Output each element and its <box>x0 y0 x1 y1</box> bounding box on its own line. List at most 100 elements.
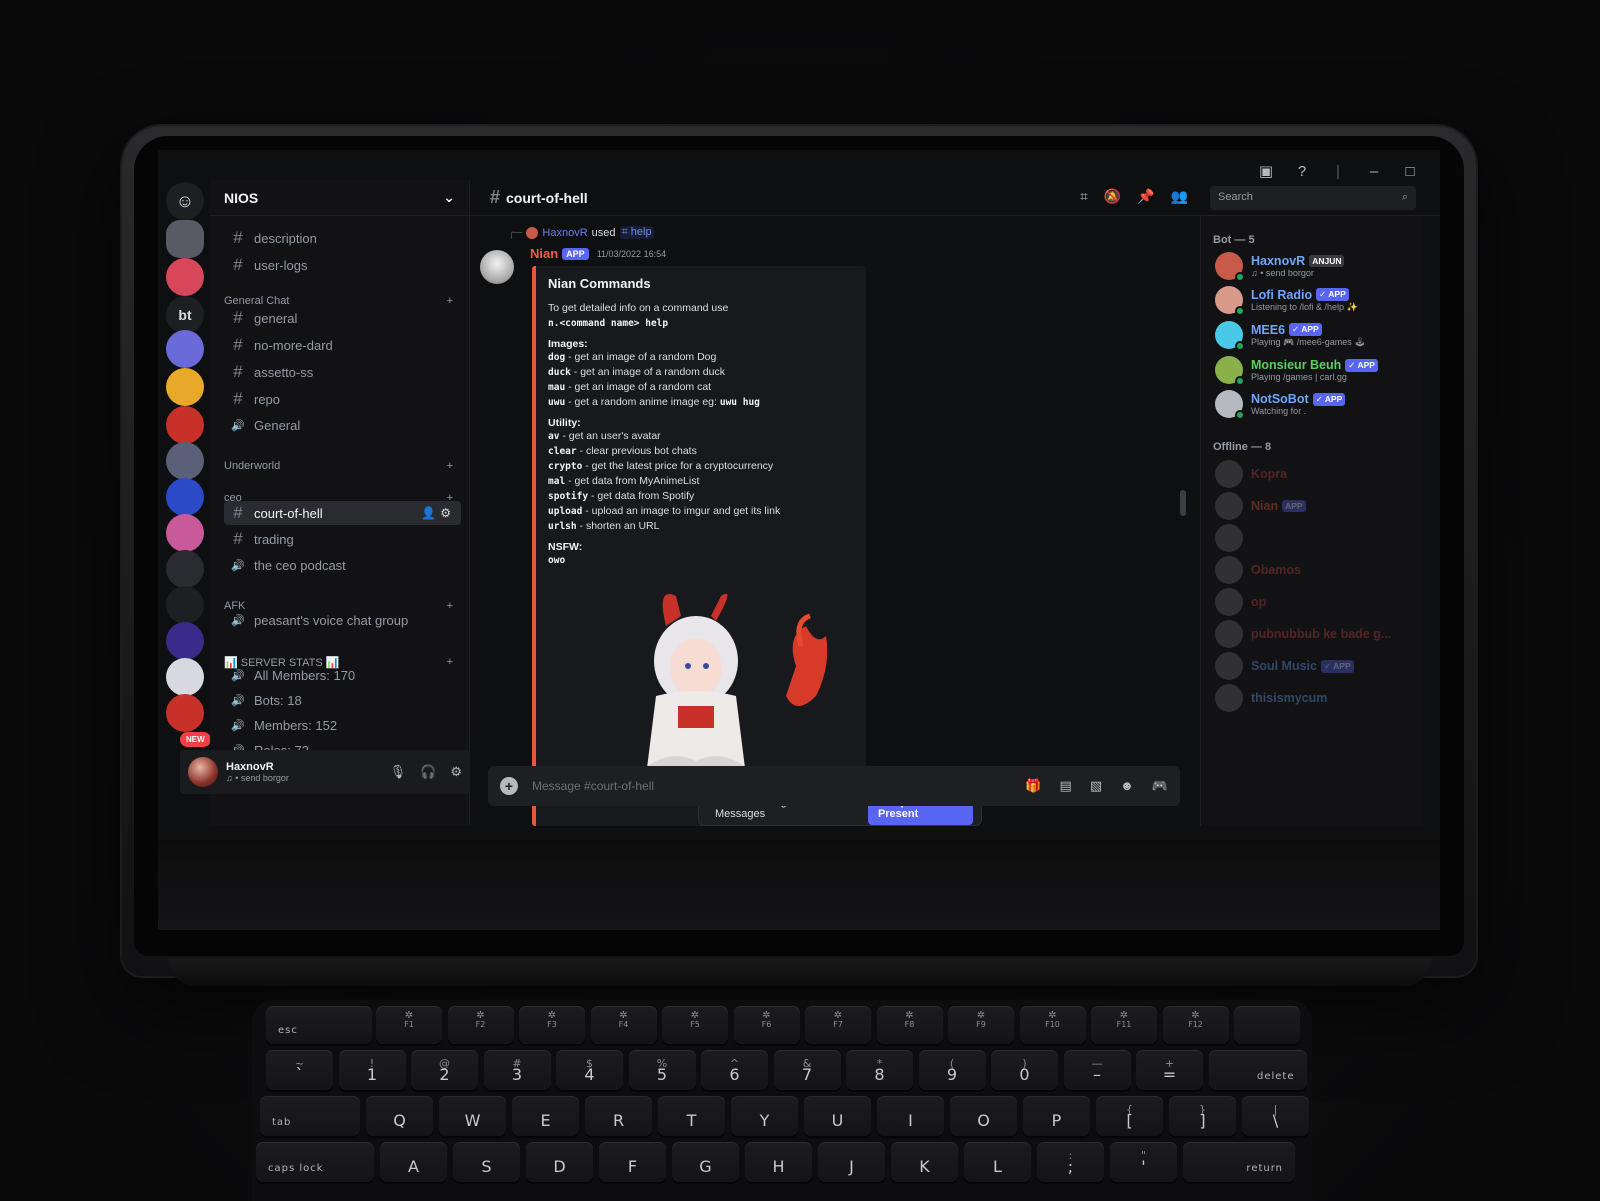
member-item-offline[interactable]: thisismycum <box>1215 682 1415 714</box>
key-label: F5 <box>690 1020 700 1029</box>
channel-voice[interactable]: 🔊 General <box>224 413 461 437</box>
reply-user[interactable]: HaxnovR <box>542 227 587 239</box>
microphone-icon[interactable]: 🎙 <box>390 764 407 780</box>
member-item[interactable]: Lofi Radio ✓ APP Listening to /lofi & /hel… <box>1215 284 1415 316</box>
reply-context[interactable]: ╭─ HaxnovR used ⌗ help <box>508 226 654 239</box>
member-item-offline[interactable]: Kopra <box>1215 458 1415 490</box>
sticker-icon[interactable]: ▧ <box>1090 778 1102 794</box>
add-attachment-icon[interactable]: + <box>500 777 518 795</box>
key-lower: W <box>464 1111 481 1130</box>
key-label: F4 <box>618 1020 629 1029</box>
member-item-offline[interactable]: pubnubbub ke bade g... <box>1215 618 1415 650</box>
channel-voice[interactable]: 🔊 the ceo podcast <box>224 553 461 577</box>
letter-key: F <box>599 1142 666 1182</box>
member-item[interactable]: NotSoBot ✓ APP Watching for . <box>1215 388 1415 420</box>
minimize-icon[interactable]: – <box>1364 163 1384 180</box>
server-icon[interactable] <box>166 258 204 296</box>
add-channel-icon[interactable]: + <box>447 460 453 472</box>
avatar <box>1215 321 1245 351</box>
pin-icon[interactable]: 📌 <box>1137 188 1154 205</box>
server-icon[interactable] <box>166 220 204 258</box>
symbol-key: | \ <box>1242 1096 1309 1136</box>
member-item[interactable]: MEE6 ✓ APP Playing 🎮 /mee6-games 🕹 <box>1215 319 1415 351</box>
gear-icon[interactable]: ⚙ <box>450 764 462 780</box>
avatar <box>1215 492 1243 520</box>
server-icon[interactable] <box>166 622 204 660</box>
server-icon[interactable] <box>166 368 204 406</box>
channel-actions[interactable]: 👤⚙ <box>421 506 455 520</box>
letter-key: L <box>964 1142 1031 1182</box>
key-lower: Y <box>759 1111 770 1130</box>
chevron-down-icon: ⌄ <box>443 189 455 205</box>
emoji-icon[interactable]: ☻ <box>1120 778 1134 794</box>
server-icon[interactable] <box>166 478 204 516</box>
server-icon[interactable] <box>166 442 204 480</box>
key-icon: ✲ <box>619 1010 628 1021</box>
channel-voice[interactable]: 🔊 Bots: 18 <box>224 688 461 712</box>
channel-label: peasant's voice chat group <box>254 612 409 628</box>
command-example: uwu hug <box>719 397 760 408</box>
activities-icon[interactable]: 🎮 <box>1152 778 1168 794</box>
channel-category[interactable]: Underworld + <box>224 460 453 472</box>
key-label: F2 <box>475 1020 486 1029</box>
channel-text[interactable]: # general <box>224 306 461 330</box>
member-item[interactable]: HaxnovR ANJUN ♫ • send borgor <box>1215 250 1415 282</box>
close-icon[interactable]: ✕ <box>1436 162 1441 180</box>
member-item-offline[interactable]: Obamos <box>1215 554 1415 586</box>
screen-share-icon[interactable]: ▣ <box>1256 162 1276 180</box>
server-icon[interactable] <box>166 406 204 444</box>
server-icon[interactable] <box>166 550 204 588</box>
key-lower: S <box>481 1157 492 1176</box>
server-icon[interactable] <box>166 330 204 368</box>
search-input[interactable]: Search ⌕ <box>1210 186 1416 210</box>
channel-text[interactable]: # description <box>224 226 461 250</box>
server-icon[interactable] <box>166 514 204 552</box>
message-avatar[interactable] <box>480 250 514 284</box>
hash-icon: # <box>233 228 243 247</box>
member-tag: ✓ APP <box>1345 358 1378 372</box>
server-icon[interactable] <box>166 586 204 624</box>
command-name: urlsh <box>548 521 577 532</box>
headphones-icon[interactable]: 🎧 <box>420 764 436 780</box>
channel-text[interactable]: # court-of-hell 👤⚙ <box>224 501 461 525</box>
mute-icon[interactable]: 🔕 <box>1104 188 1121 205</box>
new-badge[interactable]: NEW <box>180 732 211 747</box>
key-lower: 3 <box>511 1065 523 1084</box>
anime-girl-image[interactable] <box>596 586 866 786</box>
server-icon[interactable] <box>166 694 204 732</box>
member-item-offline[interactable]: Nian APP <box>1215 490 1415 522</box>
help-icon[interactable]: ? <box>1292 163 1312 180</box>
server-name: NIOS <box>224 189 259 206</box>
channel-text[interactable]: # assetto-ss <box>224 360 461 384</box>
message-author[interactable]: Nian <box>530 246 558 261</box>
members-icon[interactable]: 👥 <box>1171 188 1188 205</box>
number-key: ! 1 <box>338 1050 406 1090</box>
maximize-icon[interactable]: □ <box>1400 163 1420 180</box>
channel-text[interactable]: # user-logs <box>224 253 461 277</box>
channel-voice[interactable]: 🔊 All Members: 170 <box>224 663 461 687</box>
channel-text[interactable]: # repo <box>224 387 461 411</box>
member-item-offline[interactable] <box>1215 522 1415 554</box>
server-header[interactable]: NIOS ⌄ <box>210 180 469 216</box>
gift-icon[interactable]: 🎁 <box>1025 778 1041 794</box>
avatar <box>1215 588 1243 616</box>
function-key: F1 ✲ <box>376 1006 442 1044</box>
member-item[interactable]: Monsieur Beuh ✓ APP Playing /games | carl.… <box>1215 354 1415 386</box>
channel-text[interactable]: # no-more-dard <box>224 333 461 357</box>
reply-command[interactable]: ⌗ help <box>619 226 654 239</box>
channel-text[interactable]: # trading <box>224 527 461 551</box>
avatar[interactable] <box>188 757 218 787</box>
server-icon[interactable]: bt <box>166 296 204 334</box>
server-icon[interactable] <box>166 658 204 696</box>
user-panel: HaxnovR ♫ • send borgor 🎙 🎧 ⚙ <box>180 750 470 794</box>
discord-home-icon[interactable]: ☺ <box>166 182 204 220</box>
command-name: clear <box>548 446 577 457</box>
threads-icon[interactable]: ⌗ <box>1080 188 1088 205</box>
message-input[interactable]: + Message #court-of-hell 🎁 ▤ ▧ ☻ 🎮 <box>488 766 1180 806</box>
member-item-offline[interactable]: Soul Music ✓ APP <box>1215 650 1415 682</box>
channel-voice[interactable]: 🔊 Members: 152 <box>224 713 461 737</box>
scrollbar[interactable] <box>1180 490 1186 516</box>
member-item-offline[interactable]: op <box>1215 586 1415 618</box>
channel-voice[interactable]: 🔊 peasant's voice chat group <box>224 608 461 632</box>
gif-icon[interactable]: ▤ <box>1060 778 1072 794</box>
